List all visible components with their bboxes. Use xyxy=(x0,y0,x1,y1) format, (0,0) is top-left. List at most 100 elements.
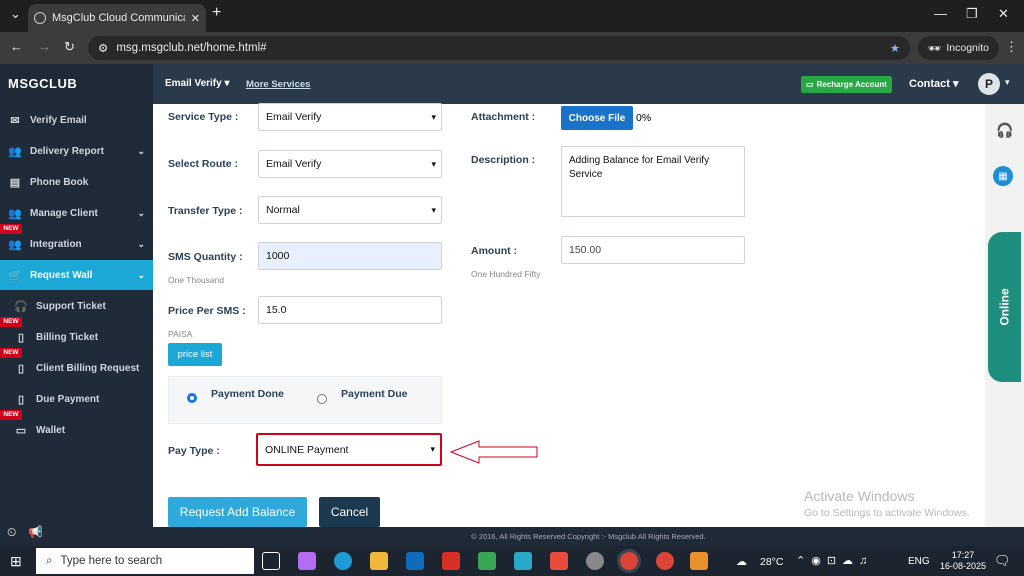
task-view-icon[interactable] xyxy=(262,552,280,570)
clock-icon[interactable]: ⏲ xyxy=(7,525,16,540)
incognito-badge[interactable]: 🕶 Incognito xyxy=(918,36,999,60)
windows-start-icon[interactable]: ⊞ xyxy=(10,553,22,570)
windows-taskbar: ⊞ ⌕ Type here to search ☁ 28°C ⌃◉⊡☁♫ ENG… xyxy=(0,546,1024,576)
edge-icon[interactable] xyxy=(334,552,352,570)
megaphone-icon[interactable]: 📢 xyxy=(28,525,43,539)
chrome-icon[interactable] xyxy=(617,549,641,573)
bookmark-star-icon[interactable]: ★ xyxy=(890,41,900,55)
payment-done-radio[interactable] xyxy=(187,393,197,403)
users-icon: 👥 xyxy=(8,238,22,251)
choose-file-button[interactable]: Choose File xyxy=(561,106,633,130)
recharge-account-button[interactable]: ▭ Recharge Account xyxy=(801,76,892,93)
payment-done-label[interactable]: Payment Done xyxy=(211,388,284,400)
email-verify-menu[interactable]: Email Verify ▾ xyxy=(165,78,230,89)
sidebar-item-delivery-report[interactable]: 👥 Delivery Report ⌄ xyxy=(0,136,153,166)
chevron-down-icon: ▾ xyxy=(430,444,435,454)
payment-status-box: Payment Done Payment Due xyxy=(168,376,442,424)
pay-type-select[interactable]: ONLINE Payment ▾ xyxy=(256,433,442,466)
description-label: Description : xyxy=(471,154,536,166)
anydesk-icon[interactable] xyxy=(550,552,568,570)
sidebar-item-phone-book[interactable]: ▤ Phone Book xyxy=(0,167,153,197)
file-explorer-icon[interactable] xyxy=(370,552,388,570)
chevron-down-icon: ⌄ xyxy=(137,238,145,249)
copilot-icon[interactable] xyxy=(298,552,316,570)
url-text: msg.msgclub.net/home.html# xyxy=(116,42,267,54)
book-icon: ▤ xyxy=(9,176,21,189)
sidebar-item-request-wall[interactable]: 🛒 Request Wall ⌄ xyxy=(0,260,153,290)
app-icon[interactable] xyxy=(586,552,604,570)
page-footer: © 2016, All Rights Reserved Copyright :-… xyxy=(153,527,1024,546)
price-per-sms-input[interactable]: 15.0 xyxy=(258,296,442,324)
minimize-icon[interactable]: — xyxy=(934,6,947,21)
forward-icon[interactable]: → xyxy=(38,39,51,54)
chevron-down-icon: ⌄ xyxy=(137,145,145,156)
sidebar-item-billing-ticket[interactable]: ▯ Billing Ticket xyxy=(0,322,153,352)
app-header: MSGCLUB Email Verify ▾ More Services ▭ Re… xyxy=(0,64,1024,104)
highlight-arrow xyxy=(449,440,538,464)
sidebar-item-wallet[interactable]: ▭ Wallet xyxy=(0,415,153,445)
cancel-button[interactable]: Cancel xyxy=(319,497,380,527)
transfer-type-label: Transfer Type : xyxy=(168,205,243,217)
new-badge: NEW xyxy=(0,410,22,420)
tab-menu-icon[interactable]: ⌄ xyxy=(10,6,21,22)
sidebar-item-integration[interactable]: 👥 Integration ⌄ xyxy=(0,229,153,259)
sidebar-item-support-ticket[interactable]: 🎧 Support Ticket xyxy=(0,291,153,321)
temperature[interactable]: 28°C xyxy=(760,556,783,568)
sidebar-item-due-payment[interactable]: ▯ Due Payment xyxy=(0,384,153,414)
close-tab-icon[interactable]: ✕ xyxy=(191,12,200,25)
new-badge: NEW xyxy=(0,317,22,327)
wps-icon[interactable] xyxy=(442,552,460,570)
request-add-balance-button[interactable]: Request Add Balance xyxy=(168,497,307,527)
avatar[interactable]: P xyxy=(978,73,1000,95)
tab-title: MsgClub Cloud Communication xyxy=(52,12,185,24)
outlook-icon[interactable] xyxy=(406,552,424,570)
payment-due-label[interactable]: Payment Due xyxy=(341,388,408,400)
taskbar-search[interactable]: ⌕ Type here to search xyxy=(36,548,254,574)
language-indicator[interactable]: ENG xyxy=(908,556,930,567)
sidebar-item-label: Billing Ticket xyxy=(36,331,99,343)
online-side-tab[interactable]: Online xyxy=(988,232,1021,382)
clock[interactable]: 17:27 16-08-2025 xyxy=(940,550,986,572)
reload-icon[interactable]: ↻ xyxy=(64,39,75,55)
amount-label: Amount : xyxy=(471,245,518,257)
transfer-type-select[interactable]: Normal ▾ xyxy=(258,196,442,224)
description-textarea[interactable]: Adding Balance for Email Verify Service xyxy=(561,146,745,217)
system-tray-icons[interactable]: ⌃◉⊡☁♫ xyxy=(796,554,873,567)
url-bar[interactable]: ⚙ msg.msgclub.net/home.html# ★ xyxy=(88,36,910,60)
contact-menu[interactable]: Contact ▾ xyxy=(909,77,959,90)
vscode-icon[interactable] xyxy=(514,552,532,570)
support-headset-icon[interactable]: 🎧 xyxy=(996,122,1013,139)
sheet-app-icon[interactable] xyxy=(478,552,496,570)
payment-due-radio[interactable] xyxy=(317,394,327,404)
service-type-select[interactable]: Email Verify ▾ xyxy=(258,103,442,131)
activate-windows-subtitle: Go to Settings to activate Windows. xyxy=(804,507,970,519)
chrome-profile-icon[interactable] xyxy=(656,552,674,570)
site-info-icon[interactable]: ⚙ xyxy=(98,41,108,55)
users-icon: 👥 xyxy=(8,207,22,220)
calculator-icon[interactable]: ▦ xyxy=(993,166,1013,186)
more-services-link[interactable]: More Services xyxy=(246,79,310,90)
sidebar-item-client-billing-request[interactable]: ▯ Client Billing Request xyxy=(0,353,153,383)
sidebar-item-label: Client Billing Request xyxy=(36,362,140,374)
notification-icon[interactable]: 🗨 xyxy=(994,553,1011,569)
brand-logo[interactable]: MSGCLUB xyxy=(8,76,77,91)
new-tab-icon[interactable]: + xyxy=(212,4,221,22)
price-unit: PAISA xyxy=(168,329,193,339)
wallet-icon: ▭ xyxy=(15,424,27,437)
restore-icon[interactable]: ❐ xyxy=(966,6,978,22)
back-icon[interactable]: ← xyxy=(10,39,23,54)
select-route-select[interactable]: Email Verify ▾ xyxy=(258,150,442,178)
browser-tab[interactable]: MsgClub Cloud Communication ✕ xyxy=(28,4,206,32)
close-window-icon[interactable]: ✕ xyxy=(998,6,1009,22)
receipt-icon: ▯ xyxy=(17,393,25,406)
amount-input[interactable]: 150.00 xyxy=(561,236,745,264)
browser-menu-icon[interactable]: ⋮ xyxy=(1005,39,1018,55)
sms-quantity-input[interactable]: 1000 xyxy=(258,242,442,270)
settings-gear-icon[interactable] xyxy=(690,552,708,570)
price-list-button[interactable]: price list xyxy=(168,343,222,366)
avatar-chevron-icon[interactable]: ▾ xyxy=(1005,77,1010,88)
sidebar-item-verify-email[interactable]: ✉ Verify Email xyxy=(0,105,153,135)
weather-icon[interactable]: ☁ xyxy=(736,555,747,568)
browser-tab-bar: ⌄ MsgClub Cloud Communication ✕ + — ❐ ✕ xyxy=(0,0,1024,32)
sidebar-item-manage-client[interactable]: 👥 Manage Client ⌄ xyxy=(0,198,153,228)
